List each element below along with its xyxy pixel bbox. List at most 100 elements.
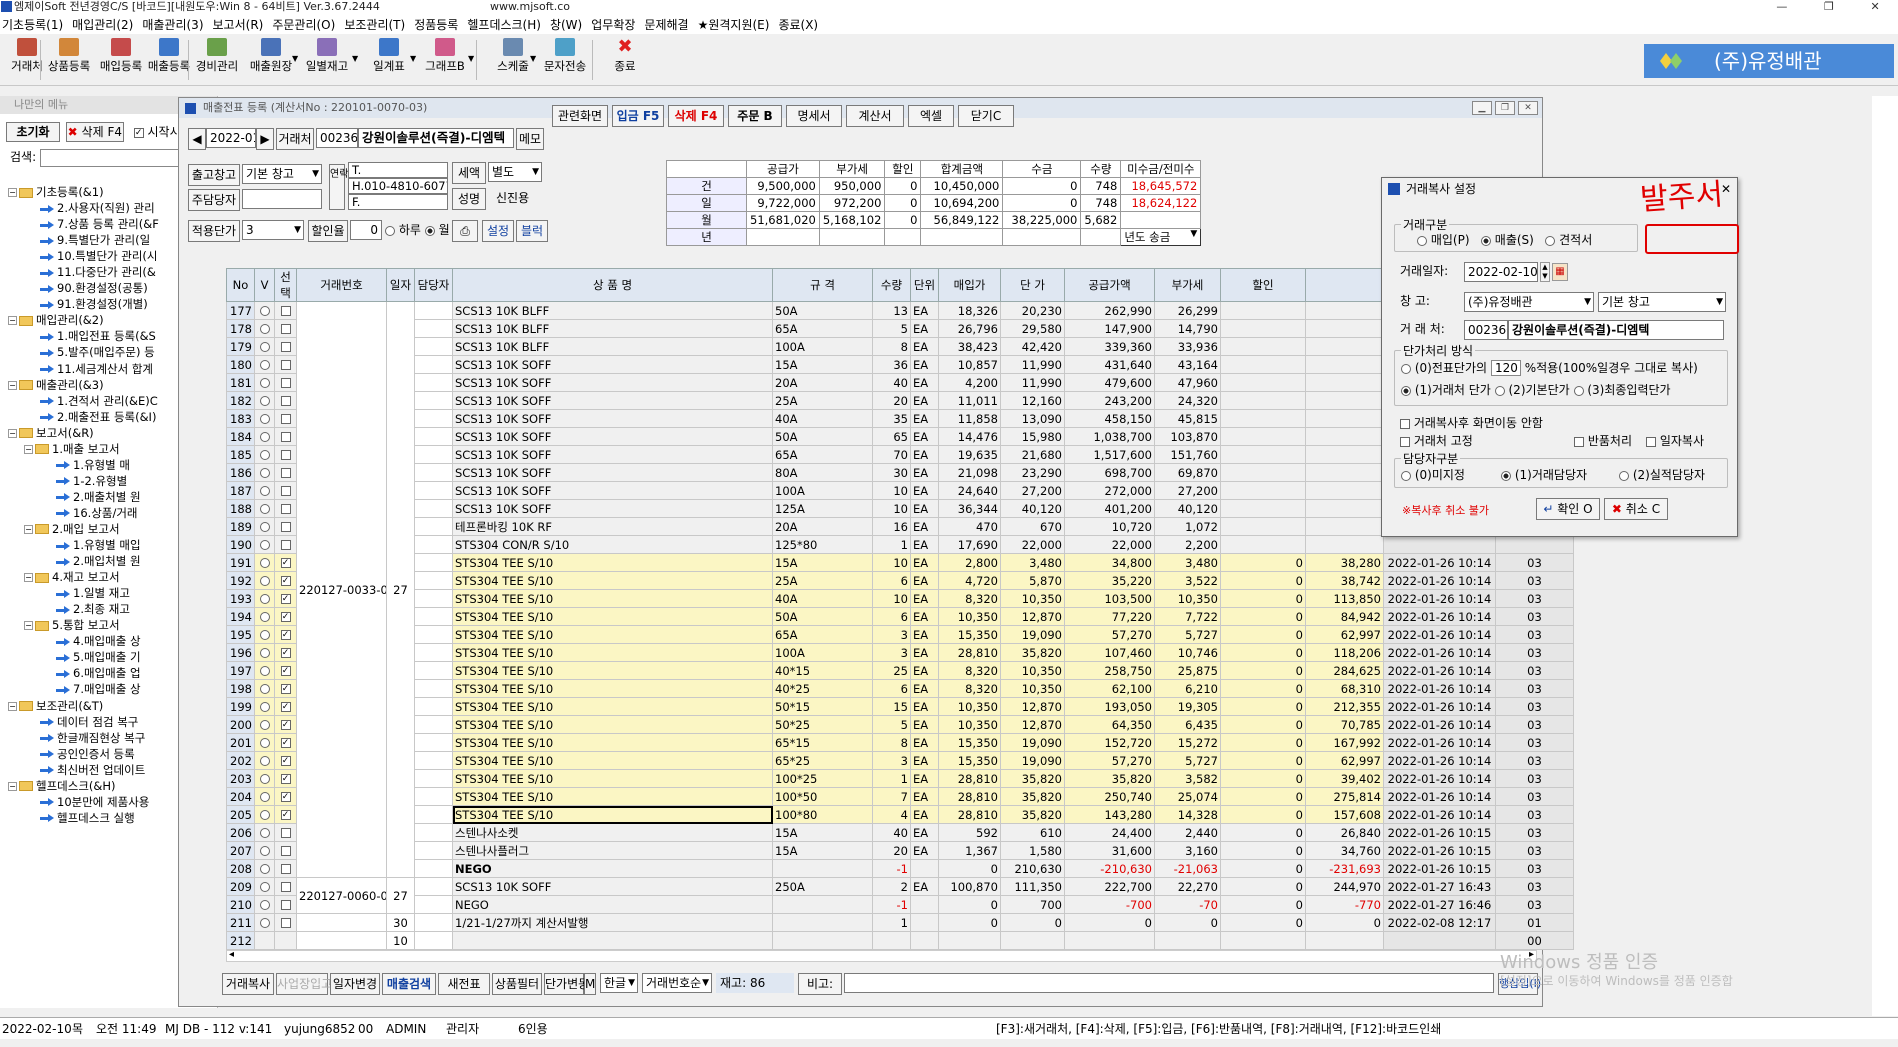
restore-icon[interactable]: ❐ <box>1824 0 1834 14</box>
unit-price[interactable]: 111,350 <box>1000 877 1065 896</box>
table-row[interactable]: 185 SCS13 10K SOFF 65A 70 EA 19,635 21,680 1,51… <box>226 445 1574 464</box>
vat[interactable]: 6,435 <box>1154 715 1221 734</box>
unit-price[interactable]: 10,350 <box>1000 589 1065 608</box>
toolbar-button-11[interactable]: ✖ 종료 <box>600 36 650 84</box>
product-name[interactable]: SCS13 10K BLFF <box>452 337 773 356</box>
product-name[interactable]: STS304 TEE S/10 <box>452 661 773 680</box>
unit[interactable]: EA <box>910 805 939 824</box>
manager-cell[interactable] <box>414 481 453 500</box>
unit[interactable]: EA <box>910 697 939 716</box>
quantity[interactable]: 6 <box>872 607 911 626</box>
table-row[interactable]: 190 STS304 CON/R S/10 125*80 1 EA 17,690 22,00… <box>226 535 1574 554</box>
row-checkbox[interactable] <box>280 324 291 334</box>
grid-header-cell[interactable]: 부가세 <box>1154 268 1221 302</box>
row-check-cell[interactable]: ✓ <box>274 805 297 824</box>
row-checkbox[interactable] <box>280 450 291 460</box>
unit-price[interactable]: 35,820 <box>1000 787 1065 806</box>
note-input[interactable] <box>844 973 1494 993</box>
quantity[interactable]: -1 <box>872 859 911 878</box>
table-row[interactable]: 189 테프론바킹 10K RF 20A 16 EA 470 670 10,720 1,072 <box>226 517 1574 536</box>
purchase-price[interactable] <box>938 931 1001 950</box>
unit[interactable]: EA <box>910 625 939 644</box>
quantity[interactable]: 4 <box>872 805 911 824</box>
menu-item-1[interactable]: 매입관리(2) <box>72 16 142 33</box>
product-name[interactable] <box>452 931 773 950</box>
timestamp[interactable]: 2022-01-26 10:14 <box>1383 769 1496 788</box>
total[interactable] <box>1305 427 1384 446</box>
table-row[interactable]: 193 ✓ STS304 TEE S/10 40A 10 EA 8,320 10,350 103… <box>226 589 1574 608</box>
manager-cell[interactable] <box>414 931 453 950</box>
code[interactable]: 03 <box>1495 607 1574 626</box>
row-radio-cell[interactable] <box>254 481 275 500</box>
total[interactable] <box>1305 409 1384 428</box>
total[interactable]: -231,693 <box>1305 859 1384 878</box>
purchase-price[interactable]: 10,857 <box>938 355 1001 374</box>
discount[interactable] <box>1220 517 1306 536</box>
row-check-cell[interactable] <box>274 355 297 374</box>
unit[interactable]: EA <box>910 877 939 896</box>
sort-select[interactable]: 거래번호순 ▼ <box>642 973 712 993</box>
product-name[interactable]: SCS13 10K SOFF <box>452 481 773 500</box>
timestamp[interactable]: 2022-01-26 10:14 <box>1383 787 1496 806</box>
toolbar-button-4[interactable]: 경비관리 <box>192 36 242 84</box>
row-radio[interactable] <box>259 504 270 514</box>
vat[interactable]: 6,210 <box>1154 679 1221 698</box>
code[interactable]: 03 <box>1495 643 1574 662</box>
discount[interactable]: 0 <box>1220 697 1306 716</box>
calendar-icon[interactable]: ▦ <box>1552 263 1568 281</box>
spec[interactable]: 65*25 <box>772 751 873 770</box>
month-field[interactable]: 2022-01 <box>206 128 256 148</box>
quantity[interactable]: 10 <box>872 553 911 572</box>
row-radio-cell[interactable] <box>254 517 275 536</box>
manager-cell[interactable] <box>414 859 453 878</box>
supply-amount[interactable]: 222,700 <box>1064 877 1155 896</box>
table-row[interactable]: 194 ✓ STS304 TEE S/10 50A 6 EA 10,350 12,870 77,… <box>226 607 1574 626</box>
spec[interactable]: 100A <box>772 643 873 662</box>
supply-amount[interactable]: 147,900 <box>1064 319 1155 338</box>
timestamp[interactable]: 2022-01-26 10:14 <box>1383 643 1496 662</box>
spec[interactable]: 65A <box>772 445 873 464</box>
spec[interactable]: 15A <box>772 841 873 860</box>
table-row[interactable]: 196 ✓ STS304 TEE S/10 100A 3 EA 28,810 35,820 10… <box>226 643 1574 662</box>
total[interactable]: 34,760 <box>1305 841 1384 860</box>
vat[interactable]: 10,746 <box>1154 643 1221 662</box>
spec[interactable]: 40*25 <box>772 679 873 698</box>
unit-price[interactable]: 11,990 <box>1000 355 1065 374</box>
manager-cell[interactable] <box>414 571 453 590</box>
total[interactable] <box>1305 481 1384 500</box>
total[interactable]: 113,850 <box>1305 589 1384 608</box>
action-button-2[interactable]: 삭제 F4 <box>668 105 724 127</box>
unit[interactable]: EA <box>910 535 939 554</box>
row-radio-cell[interactable] <box>254 319 275 338</box>
unit-price[interactable]: 21,680 <box>1000 445 1065 464</box>
supply-amount[interactable]: 193,050 <box>1064 697 1155 716</box>
row-checkbox[interactable]: ✓ <box>280 666 291 676</box>
row-radio-cell[interactable] <box>254 499 275 518</box>
timestamp[interactable]: 2022-01-26 10:14 <box>1383 751 1496 770</box>
collapse-icon[interactable]: − <box>24 573 33 583</box>
warehouse-select[interactable]: 기본 창고 ▼ <box>242 164 322 184</box>
action-button-6[interactable]: 엑셀 <box>908 105 954 127</box>
product-name[interactable]: STS304 TEE S/10 <box>452 607 773 626</box>
purchase-price[interactable]: 28,810 <box>938 787 1001 806</box>
row-radio[interactable] <box>259 360 270 370</box>
row-radio-cell[interactable] <box>254 733 275 752</box>
timestamp[interactable]: 2022-01-26 10:14 <box>1383 607 1496 626</box>
vat[interactable]: 47,960 <box>1154 373 1221 392</box>
vat[interactable]: 24,320 <box>1154 391 1221 410</box>
product-name[interactable]: 스텐나사소켓 <box>452 823 773 842</box>
supply-amount[interactable]: 107,460 <box>1064 643 1155 662</box>
table-row[interactable]: 186 SCS13 10K SOFF 80A 30 EA 21,098 23,290 698,… <box>226 463 1574 482</box>
row-checkbox[interactable] <box>280 540 291 550</box>
row-radio-cell[interactable] <box>254 679 275 698</box>
radio-mgr-0[interactable] <box>1401 470 1411 481</box>
row-radio-cell[interactable] <box>254 877 275 896</box>
manager-cell[interactable] <box>414 895 453 914</box>
product-name[interactable]: NEGO <box>452 859 773 878</box>
purchase-price[interactable]: 8,320 <box>938 679 1001 698</box>
manager-cell[interactable] <box>414 517 453 536</box>
product-name[interactable]: SCS13 10K SOFF <box>452 409 773 428</box>
discount[interactable]: 0 <box>1220 661 1306 680</box>
timestamp[interactable]: 2022-01-27 16:43 <box>1383 877 1496 896</box>
spec[interactable]: 65A <box>772 625 873 644</box>
